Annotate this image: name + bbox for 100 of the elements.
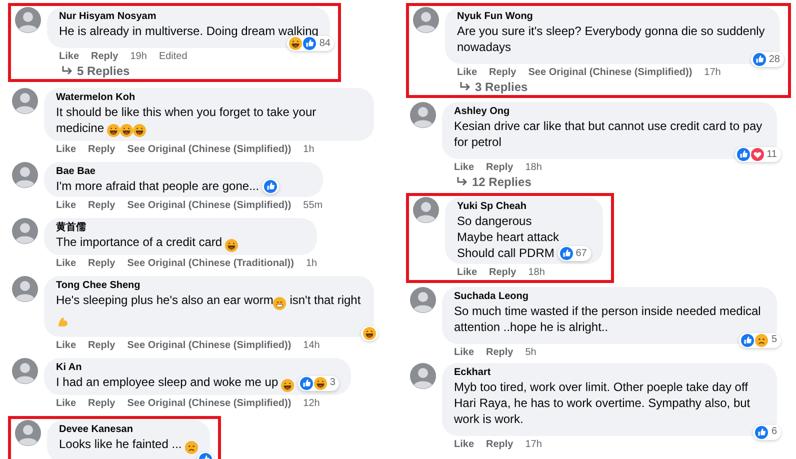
reaction-summary[interactable]: 3 [298,376,340,391]
avatar[interactable] [413,7,439,33]
commenter-name[interactable]: Suchada Leong [454,290,765,304]
comment-text: Looks like he fainted ... [59,436,198,454]
avatar[interactable] [15,420,41,446]
action-link[interactable]: Reply [489,67,516,79]
comment-meta: 17h [525,439,542,452]
like-icon [264,180,278,194]
comment-meta: 55m [303,200,323,212]
commenter-name[interactable]: Watermelon Koh [56,91,362,104]
comment-meta: 1h [303,144,314,156]
comment-text: So much time wasted if the person inside needed medical attention ..hope he is alright.. [454,303,762,336]
commenter-name[interactable]: Bae Bae [56,165,311,178]
view-replies-link[interactable]: 5 Replies [61,64,330,78]
action-link[interactable]: See Original (Chinese (Simplified)) [127,144,292,156]
action-link[interactable]: Reply [88,258,116,270]
comment-meta: 17h [704,67,721,79]
action-link[interactable]: Like [56,398,76,410]
reaction-summary[interactable]: 84 [287,36,334,52]
reply-arrow-icon [459,82,471,92]
action-link[interactable]: Like [56,340,76,352]
comment-text: The importance of a credit card [56,234,306,252]
reaction-count: 6 [770,426,778,438]
reaction-summary[interactable] [361,326,378,341]
laughing-face-icon [363,326,376,340]
action-link[interactable]: Reply [486,439,514,452]
action-link[interactable]: See Original (Chinese (Traditional)) [127,258,294,270]
avatar[interactable] [15,7,41,33]
action-link[interactable]: Reply [88,144,116,156]
action-link[interactable]: Like [56,144,76,156]
avatar[interactable] [12,218,38,244]
reaction-summary[interactable]: 11 [734,147,781,162]
commenter-name[interactable]: Ashley Ong [454,105,765,118]
like-icon [560,247,573,260]
action-link[interactable]: Reply [489,267,516,280]
reaction-count: 3 [328,377,336,390]
comment-text: So dangerous Maybe heart attack Should call PDRM 67 [457,213,591,262]
comment-text: He is already in multiverse. Doing dream walking [59,23,318,39]
commenter-name[interactable]: Ki An [56,361,340,374]
sad-face-icon [755,334,768,347]
like-icon [755,426,768,439]
commenter-name[interactable]: Nur Hisyam Nosyam [59,10,318,23]
avatar[interactable] [410,363,436,390]
action-link[interactable]: Reply [88,200,116,212]
flexed-arm-icon [56,314,69,328]
action-link[interactable]: Like [457,67,478,79]
commenter-name[interactable]: Yuki Sp Cheah [457,200,591,213]
action-link[interactable]: Like [56,200,76,212]
reaction-count: 11 [766,148,778,161]
action-link[interactable]: Reply [486,347,514,360]
laughing-face-icon [281,378,294,392]
like-icon [736,148,750,162]
action-link[interactable]: See Original (Chinese (Simplified)) [127,398,292,410]
comment-text: It should be like this when you forget to take your medicine [56,104,362,138]
view-replies-link[interactable]: 3 Replies [459,80,780,94]
comment-meta: 5h [525,347,536,360]
like-icon [752,53,766,66]
laughing-face-icon [225,238,238,252]
view-replies-link[interactable]: 12 Replies [456,175,777,189]
action-link[interactable]: Like [454,439,474,452]
avatar[interactable] [12,276,38,302]
reaction-summary[interactable]: 5 [739,332,781,348]
avatar[interactable] [12,88,38,114]
action-link[interactable]: See Original (Chinese (Simplified)) [127,340,292,352]
comment-text: He's sleeping plus he's also an ear worm isn't that right [56,292,362,328]
like-icon [300,376,313,390]
commenter-name[interactable]: Eckhart [454,366,765,380]
action-link[interactable]: Reply [91,51,118,63]
comment-text: Are you sure it's sleep? Everybody gonna die so suddenly nowadays [457,23,766,55]
action-link[interactable]: Like [457,267,478,280]
action-link[interactable]: See Original (Chinese (Simplified)) [528,67,692,79]
avatar[interactable] [410,287,436,314]
comment-meta: 14h [303,340,320,352]
action-link[interactable]: Like [454,347,474,360]
action-link[interactable]: Like [454,162,474,174]
reply-arrow-icon [456,177,468,187]
commenter-name[interactable]: Tong Chee Sheng [56,279,362,292]
avatar[interactable] [12,358,38,384]
reaction-summary[interactable]: 6 [753,424,781,440]
commenter-name[interactable]: 黄首儒 [56,221,306,234]
comment-meta: Edited [158,51,188,63]
action-link[interactable]: Reply [486,162,514,174]
reaction-count: 84 [318,38,332,50]
action-link[interactable]: Like [59,51,80,63]
commenter-name[interactable]: Devee Kanesan [59,423,198,436]
action-link[interactable]: Reply [88,340,116,352]
comment-meta: 18h [525,162,542,174]
action-link[interactable]: See Original (Chinese (Simplified)) [127,200,292,212]
reaction-summary[interactable]: 67 [558,246,591,262]
avatar[interactable] [410,102,436,128]
reaction-summary[interactable]: 28 [750,52,784,68]
action-link[interactable]: Like [56,258,76,270]
laughing-face-icon [120,124,134,138]
avatar[interactable] [413,197,439,223]
comment-text: Myb too tired, work over limit. Other poeple take day off Hari Raya, he has to work overtime. Sympathy also, but work is work. [454,379,752,428]
avatar[interactable] [12,162,38,188]
reaction-count: 5 [770,334,778,346]
action-link[interactable]: Reply [88,398,116,410]
commenter-name[interactable]: Nyuk Fun Wong [457,10,768,23]
grin-face-icon [273,296,286,310]
